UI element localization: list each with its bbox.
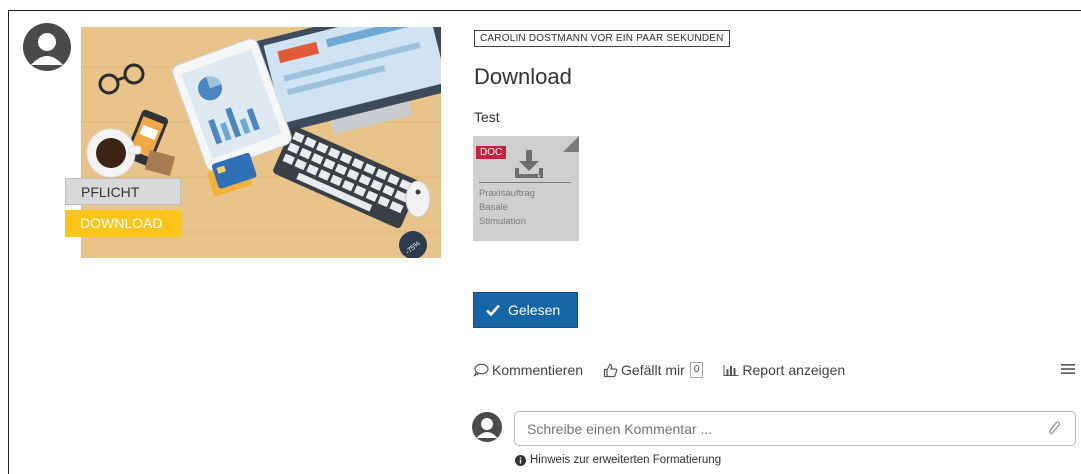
like-action[interactable]: Gefällt mir 0 <box>603 362 704 378</box>
tag-download[interactable]: DOWNLOAD <box>65 210 181 237</box>
author-avatar-icon[interactable] <box>23 23 71 71</box>
file-type-badge: DOC <box>476 146 507 159</box>
tag-pflicht[interactable]: PFLICHT <box>65 178 181 205</box>
check-icon <box>486 304 500 316</box>
gelesen-label: Gelesen <box>508 302 561 318</box>
download-icon <box>515 150 543 178</box>
formatting-hint[interactable]: Hinweis zur erweiterten Formatierung <box>515 454 721 466</box>
like-count: 0 <box>689 362 704 378</box>
formatting-hint-label: Hinweis zur erweiterten Formatierung <box>530 454 722 466</box>
paperclip-icon[interactable] <box>1045 419 1063 437</box>
like-label: Gefällt mir <box>621 362 685 378</box>
bar-chart-icon <box>723 365 739 376</box>
info-icon <box>515 454 526 466</box>
comment-input[interactable] <box>514 411 1076 446</box>
attachment-file[interactable]: DOC Praxisauftrag Basale Stimulation <box>473 136 579 241</box>
comment-action[interactable]: Kommentieren <box>473 362 583 378</box>
report-action[interactable]: Report anzeigen <box>723 362 845 378</box>
hamburger-menu-icon[interactable] <box>1061 363 1075 375</box>
post-actions: Kommentieren Gefällt mir 0 Report anzeig… <box>473 360 865 380</box>
current-user-avatar-icon <box>472 412 502 442</box>
post-description: Test <box>474 109 500 125</box>
gelesen-button[interactable]: Gelesen <box>473 292 578 328</box>
file-name: Praxisauftrag Basale Stimulation <box>479 188 535 227</box>
report-label: Report anzeigen <box>742 362 846 378</box>
comment-label: Kommentieren <box>492 362 584 378</box>
file-corner <box>563 136 579 152</box>
author-meta[interactable]: CAROLIN DOSTMANN VOR EIN PAAR SEKUNDEN <box>474 30 730 47</box>
thumbs-up-icon <box>603 363 618 377</box>
file-divider <box>479 182 571 183</box>
post-title: Download <box>474 64 572 89</box>
speech-bubble-icon <box>473 363 489 377</box>
